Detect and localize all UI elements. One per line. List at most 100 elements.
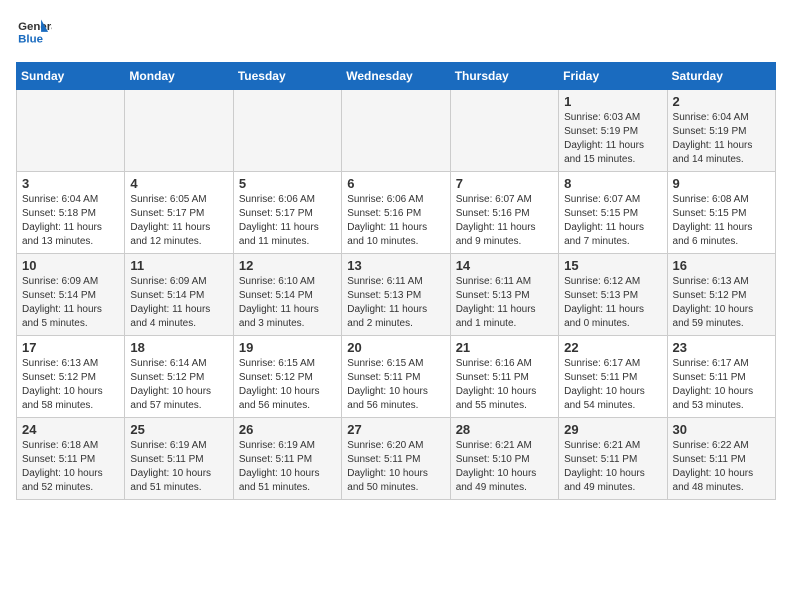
day-info: Daylight: 10 hours and 54 minutes. [564,385,661,413]
page-header: General Blue [16,16,776,46]
day-info: Daylight: 11 hours and 12 minutes. [130,221,227,249]
day-info: Sunrise: 6:18 AM [22,439,119,453]
day-info: Sunset: 5:16 PM [347,207,444,221]
day-info: Sunset: 5:17 PM [239,207,336,221]
day-info: Daylight: 11 hours and 5 minutes. [22,303,119,331]
day-info: Sunrise: 6:16 AM [456,357,553,371]
day-number: 22 [564,340,661,355]
day-info: Sunset: 5:11 PM [239,453,336,467]
day-info: Sunrise: 6:14 AM [130,357,227,371]
col-header-friday: Friday [559,63,667,90]
svg-text:Blue: Blue [18,33,43,45]
day-info: Sunrise: 6:22 AM [673,439,770,453]
col-header-monday: Monday [125,63,233,90]
day-info: Sunset: 5:11 PM [673,453,770,467]
week-row-3: 10Sunrise: 6:09 AMSunset: 5:14 PMDayligh… [17,254,776,336]
day-info: Daylight: 11 hours and 2 minutes. [347,303,444,331]
col-header-tuesday: Tuesday [233,63,341,90]
day-info: Daylight: 10 hours and 56 minutes. [347,385,444,413]
day-number: 19 [239,340,336,355]
day-info: Daylight: 10 hours and 50 minutes. [347,467,444,495]
col-header-wednesday: Wednesday [342,63,450,90]
day-info: Daylight: 10 hours and 57 minutes. [130,385,227,413]
calendar-cell: 12Sunrise: 6:10 AMSunset: 5:14 PMDayligh… [233,254,341,336]
calendar-cell: 5Sunrise: 6:06 AMSunset: 5:17 PMDaylight… [233,172,341,254]
day-number: 24 [22,422,119,437]
calendar-cell: 18Sunrise: 6:14 AMSunset: 5:12 PMDayligh… [125,336,233,418]
day-info: Sunrise: 6:13 AM [673,275,770,289]
day-info: Sunrise: 6:15 AM [239,357,336,371]
day-number: 25 [130,422,227,437]
day-info: Daylight: 10 hours and 49 minutes. [564,467,661,495]
day-info: Sunset: 5:11 PM [564,453,661,467]
day-info: Sunrise: 6:06 AM [239,193,336,207]
day-info: Sunset: 5:19 PM [564,125,661,139]
day-number: 16 [673,258,770,273]
day-info: Sunrise: 6:07 AM [456,193,553,207]
day-info: Sunset: 5:15 PM [564,207,661,221]
day-info: Sunrise: 6:11 AM [347,275,444,289]
col-header-thursday: Thursday [450,63,558,90]
day-info: Sunset: 5:15 PM [673,207,770,221]
calendar-cell: 7Sunrise: 6:07 AMSunset: 5:16 PMDaylight… [450,172,558,254]
day-number: 14 [456,258,553,273]
calendar-cell: 13 Sunrise: 6:11 AMSunset: 5:13 PMDayligh… [342,254,450,336]
day-info: Sunset: 5:11 PM [22,453,119,467]
day-info: Sunrise: 6:19 AM [239,439,336,453]
calendar-cell: 11Sunrise: 6:09 AMSunset: 5:14 PMDayligh… [125,254,233,336]
day-info: Sunrise: 6:05 AM [130,193,227,207]
calendar-cell: 22 Sunrise: 6:17 AMSunset: 5:11 PMDayligh… [559,336,667,418]
col-header-saturday: Saturday [667,63,775,90]
calendar-cell: 6Sunrise: 6:06 AMSunset: 5:16 PMDaylight… [342,172,450,254]
day-info: Sunset: 5:13 PM [564,289,661,303]
calendar-cell: 9Sunrise: 6:08 AMSunset: 5:15 PMDaylight… [667,172,775,254]
calendar-cell: 21Sunrise: 6:16 AMSunset: 5:11 PMDayligh… [450,336,558,418]
day-info: Daylight: 10 hours and 51 minutes. [130,467,227,495]
day-info: Sunset: 5:17 PM [130,207,227,221]
day-number: 13 [347,258,444,273]
day-info: Sunset: 5:13 PM [347,289,444,303]
day-info: Sunset: 5:16 PM [456,207,553,221]
day-number: 11 [130,258,227,273]
day-info: Sunrise: 6:07 AM [564,193,661,207]
day-info: Daylight: 11 hours and 7 minutes. [564,221,661,249]
day-info: Daylight: 11 hours and 4 minutes. [130,303,227,331]
day-info: Daylight: 10 hours and 59 minutes. [673,303,770,331]
day-info: Sunset: 5:12 PM [673,289,770,303]
calendar-cell: 26Sunrise: 6:19 AMSunset: 5:11 PMDayligh… [233,418,341,500]
day-info: Daylight: 11 hours and 15 minutes. [564,139,661,167]
day-info: Sunset: 5:12 PM [239,371,336,385]
day-number: 1 [564,94,661,109]
day-number: 26 [239,422,336,437]
day-info: Sunrise: 6:04 AM [22,193,119,207]
day-info: Sunset: 5:12 PM [22,371,119,385]
day-info: Sunset: 5:11 PM [564,371,661,385]
day-info: Sunset: 5:11 PM [130,453,227,467]
day-info: Daylight: 10 hours and 48 minutes. [673,467,770,495]
day-number: 10 [22,258,119,273]
week-row-5: 24Sunrise: 6:18 AMSunset: 5:11 PMDayligh… [17,418,776,500]
day-info: Sunrise: 6:21 AM [564,439,661,453]
day-info: Sunset: 5:13 PM [456,289,553,303]
day-info: Sunset: 5:10 PM [456,453,553,467]
calendar-cell: 16 Sunrise: 6:13 AMSunset: 5:12 PMDayligh… [667,254,775,336]
day-info: Daylight: 11 hours and 11 minutes. [239,221,336,249]
day-info: Sunrise: 6:17 AM [673,357,770,371]
day-number: 7 [456,176,553,191]
day-number: 28 [456,422,553,437]
calendar-cell: 24Sunrise: 6:18 AMSunset: 5:11 PMDayligh… [17,418,125,500]
calendar-cell [233,90,341,172]
day-info: Sunset: 5:11 PM [673,371,770,385]
calendar-cell: 1Sunrise: 6:03 AMSunset: 5:19 PMDaylight… [559,90,667,172]
calendar-cell [342,90,450,172]
calendar-cell: 3Sunrise: 6:04 AMSunset: 5:18 PMDaylight… [17,172,125,254]
day-info: Sunset: 5:18 PM [22,207,119,221]
day-info: Sunrise: 6:17 AM [564,357,661,371]
day-info: Daylight: 10 hours and 58 minutes. [22,385,119,413]
day-info: Sunrise: 6:19 AM [130,439,227,453]
col-header-sunday: Sunday [17,63,125,90]
calendar-cell: 17Sunrise: 6:13 AMSunset: 5:12 PMDayligh… [17,336,125,418]
calendar-cell: 30Sunrise: 6:22 AMSunset: 5:11 PMDayligh… [667,418,775,500]
day-info: Daylight: 11 hours and 6 minutes. [673,221,770,249]
day-info: Daylight: 10 hours and 53 minutes. [673,385,770,413]
